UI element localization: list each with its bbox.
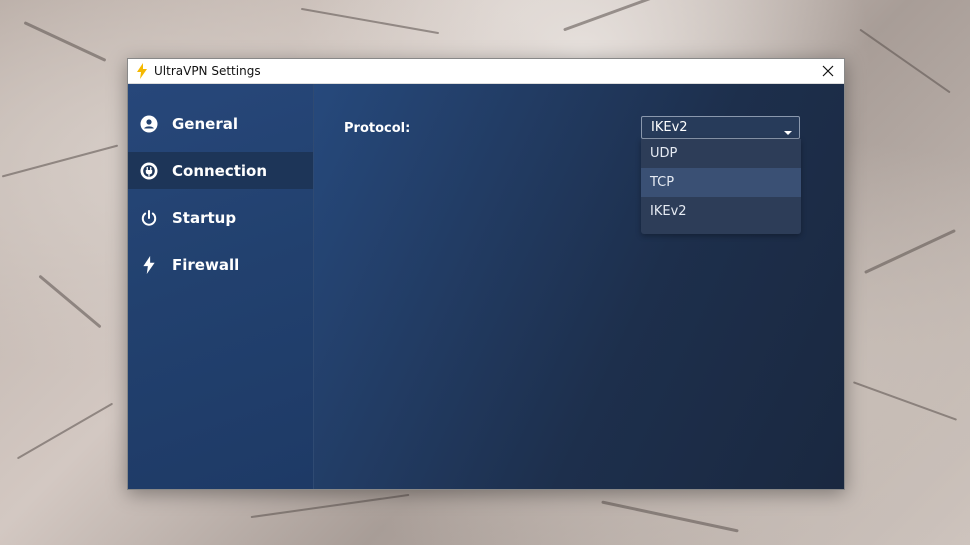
sidebar-item-label: Startup	[172, 208, 237, 227]
close-button[interactable]	[812, 59, 844, 83]
option-label: TCP	[650, 175, 675, 190]
protocol-label: Protocol:	[344, 121, 411, 136]
protocol-option-tcp[interactable]: TCP	[641, 168, 801, 197]
bolt-icon	[139, 255, 159, 275]
app-bolt-icon	[133, 62, 151, 80]
protocol-option-udp[interactable]: UDP	[641, 139, 801, 168]
sidebar-item-firewall[interactable]: Firewall	[128, 246, 313, 283]
sidebar-item-startup[interactable]: Startup	[128, 199, 313, 236]
close-icon	[822, 65, 834, 77]
window-title: UltraVPN Settings	[154, 64, 261, 78]
sidebar-item-general[interactable]: General	[128, 105, 313, 142]
sidebar-item-label: Firewall	[172, 255, 240, 274]
sidebar: General Connection Startup Firewall	[128, 84, 314, 489]
title-bar[interactable]: UltraVPN Settings	[128, 59, 844, 84]
chevron-down-icon	[783, 125, 793, 140]
protocol-select[interactable]: IKEv2	[641, 116, 800, 139]
sidebar-item-label: Connection	[172, 161, 268, 180]
sidebar-item-label: General	[172, 114, 238, 133]
protocol-selected-value: IKEv2	[651, 120, 688, 135]
protocol-dropdown-list: UDP TCP IKEv2	[641, 139, 801, 234]
sidebar-item-connection[interactable]: Connection	[128, 152, 313, 189]
plug-circle-icon	[139, 161, 159, 181]
settings-window: UltraVPN Settings General Connection Sta…	[127, 58, 845, 490]
connection-panel: Protocol: IKEv2 UDP TCP IKEv2	[314, 84, 844, 489]
protocol-option-ikev2[interactable]: IKEv2	[641, 197, 801, 226]
power-icon	[139, 208, 159, 228]
option-label: IKEv2	[650, 204, 687, 219]
user-circle-icon	[139, 114, 159, 134]
option-label: UDP	[650, 146, 678, 161]
